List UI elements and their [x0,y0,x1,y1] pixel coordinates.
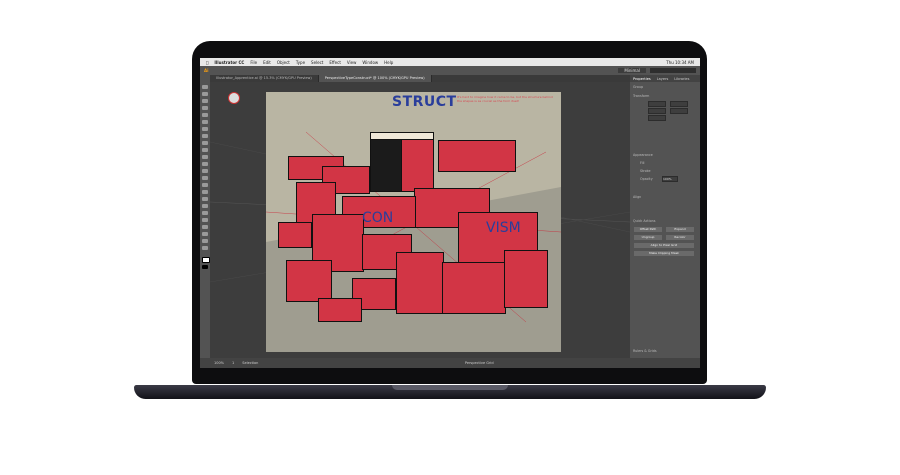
building-block[interactable] [438,140,516,172]
offset-path-button[interactable]: Offset Path [634,227,662,232]
artboard[interactable]: STRUCT It's hard to imagine how it came … [266,92,561,352]
hand-tool-icon[interactable] [202,239,208,243]
y-field[interactable] [670,101,688,107]
panel-tabs: Properties Layers Libraries [630,75,700,82]
symbol-sprayer-tool-icon[interactable] [202,225,208,229]
laptop-notch [392,385,508,390]
building-block[interactable] [504,250,548,308]
curvature-tool-icon[interactable] [202,106,208,110]
menu-edit[interactable]: Edit [263,60,271,65]
search-input[interactable] [650,68,696,73]
eyedropper-tool-icon[interactable] [202,211,208,215]
quick-actions-heading: Quick Actions [633,219,656,223]
mac-menubar:  Illustrator CC File Edit Object Type S… [200,58,700,66]
tab-properties[interactable]: Properties [630,77,654,81]
stroke-swatch-icon[interactable] [202,265,208,269]
building-block-shadow [370,134,402,192]
perspective-grid-tool-icon[interactable] [202,190,208,194]
building-block-top [370,132,434,140]
status-bar: 100% 1 Selection Perspective Grid [200,358,700,368]
eraser-tool-icon[interactable] [202,148,208,152]
gradient-tool-icon[interactable] [202,204,208,208]
menu-select[interactable]: Select [311,60,323,65]
opacity-label: Opacity [640,177,653,181]
x-field[interactable] [648,101,666,107]
menu-app[interactable]: Illustrator CC [214,60,244,65]
screen:  Illustrator CC File Edit Object Type S… [200,58,700,368]
type-tool-icon[interactable] [202,113,208,117]
blend-tool-icon[interactable] [202,218,208,222]
paintbrush-tool-icon[interactable] [202,134,208,138]
art-word-vism: VISM [486,220,521,236]
scale-tool-icon[interactable] [202,162,208,166]
pen-tool-icon[interactable] [202,99,208,103]
zoom-level[interactable]: 100% [214,361,224,365]
art-title: STRUCT [392,94,457,110]
building-block[interactable] [318,298,362,322]
artboard-tool-icon[interactable] [202,232,208,236]
menu-effect[interactable]: Effect [329,60,341,65]
appearance-heading: Appearance [633,153,653,157]
tools-panel [200,75,210,358]
tab-layers[interactable]: Layers [654,77,672,81]
fill-swatch-icon[interactable] [202,257,210,263]
mesh-tool-icon[interactable] [202,197,208,201]
canvas-area[interactable]: STRUCT It's hard to imagine how it came … [210,82,630,358]
stroke-label: Stroke [640,169,651,173]
menu-type[interactable]: Type [296,60,305,65]
pencil-tool-icon[interactable] [202,141,208,145]
expand-button[interactable]: Expand [666,227,694,232]
art-subtitle: It's hard to imagine how it came to be, … [457,95,553,103]
tab-document-1[interactable]: Illustrator_Apprentice.ai @ 15.3% (CMYK/… [210,75,319,82]
direct-selection-tool-icon[interactable] [202,92,208,96]
free-transform-tool-icon[interactable] [202,176,208,180]
tab-document-2[interactable]: PerspectiveTypeConstruct* @ 100% (CMYK/G… [318,75,432,82]
zoom-tool-icon[interactable] [202,246,208,250]
ai-logo-icon: Ai [204,68,209,73]
width-tool-icon[interactable] [202,169,208,173]
selection-tool-icon[interactable] [202,85,208,89]
menu-file[interactable]: File [250,60,257,65]
tab-libraries[interactable]: Libraries [671,77,692,81]
opacity-field[interactable]: 100% [662,176,678,182]
line-tool-icon[interactable] [202,120,208,124]
current-tool: Selection [242,361,259,365]
height-field[interactable] [670,108,688,114]
make-clipping-mask-button[interactable]: Make Clipping Mask [634,251,694,256]
building-block[interactable] [442,262,506,314]
document-tabs: Illustrator_Apprentice.ai @ 15.3% (CMYK/… [210,75,630,82]
perspective-widget-icon[interactable] [228,92,240,104]
rulers-grids-heading: Rulers & Grids [633,349,657,353]
menu-view[interactable]: View [347,60,357,65]
menu-object[interactable]: Object [277,60,290,65]
clock: Thu 10:34 AM [666,59,694,65]
artboard-number[interactable]: 1 [232,361,234,365]
selection-type-label: Group [633,85,644,89]
building-block[interactable] [278,222,312,248]
rotate-tool-icon[interactable] [202,155,208,159]
shape-builder-tool-icon[interactable] [202,183,208,187]
recolor-button[interactable]: Recolor [666,235,694,240]
art-word-con: CON [362,210,394,226]
transform-heading: Transform [633,94,650,98]
properties-panel: Properties Layers Libraries Group Transf… [630,75,700,358]
building-block[interactable] [286,260,332,302]
menu-help[interactable]: Help [384,60,393,65]
app-bar: Ai Minimal [200,66,700,75]
status-text: Perspective Grid [464,361,494,365]
fill-label: Fill [640,161,645,165]
rectangle-tool-icon[interactable] [202,127,208,131]
align-to-pixel-grid-button[interactable]: Align to Pixel Grid [634,243,694,248]
menu-window[interactable]: Window [362,60,378,65]
apple-icon[interactable]:  [206,60,208,65]
rotate-field[interactable] [648,115,666,121]
align-heading: Align [633,195,642,199]
building-block[interactable] [396,252,444,314]
width-field[interactable] [648,108,666,114]
workspace-switcher[interactable]: Minimal [618,68,646,73]
ungroup-button[interactable]: Ungroup [634,235,662,240]
